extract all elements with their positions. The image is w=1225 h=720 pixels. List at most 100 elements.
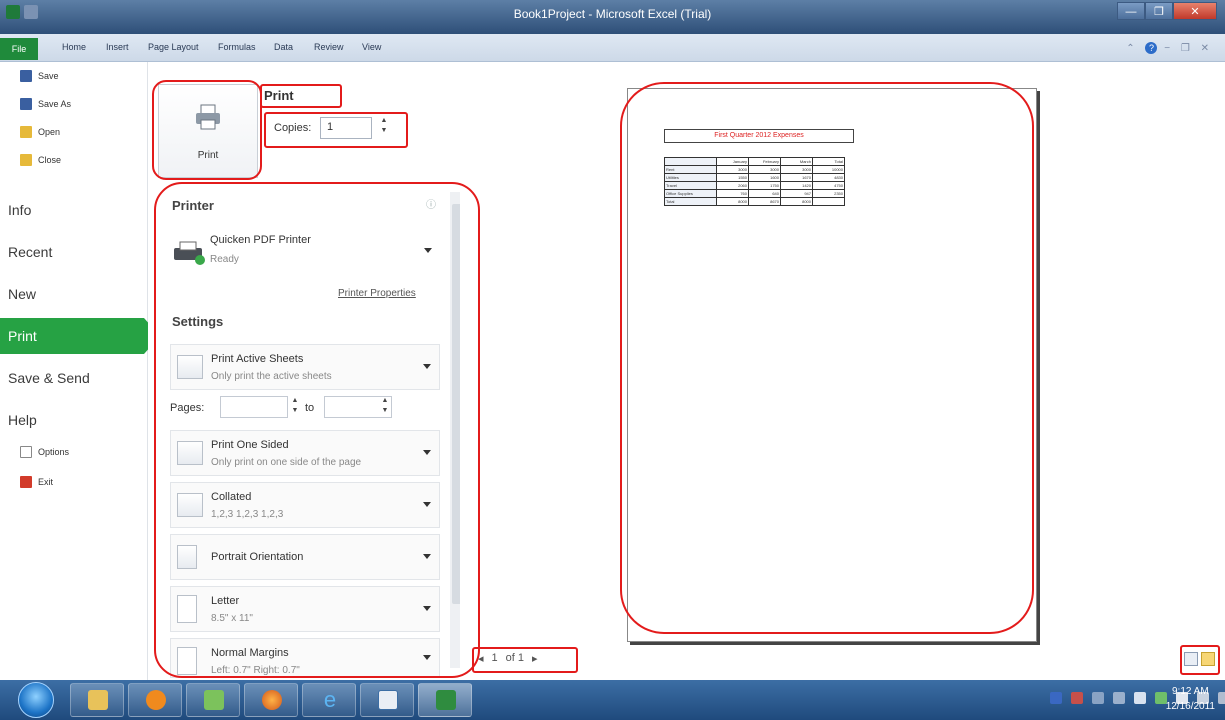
taskbar-app[interactable] bbox=[186, 683, 240, 717]
nav-info[interactable]: Info bbox=[0, 192, 148, 228]
tray-shield-icon[interactable] bbox=[1071, 692, 1083, 704]
tray-volume-icon[interactable] bbox=[1134, 692, 1146, 704]
nav-save-label: Save bbox=[38, 71, 59, 81]
nav-recent[interactable]: Recent bbox=[0, 234, 148, 270]
tray-misc-icon[interactable] bbox=[1218, 692, 1225, 704]
excel-window: Book1Project - Microsoft Excel (Trial) —… bbox=[0, 0, 1225, 720]
start-button[interactable] bbox=[18, 682, 54, 718]
orientation-dropdown[interactable]: Portrait Orientation bbox=[170, 534, 440, 580]
minimize-ribbon-icon[interactable]: ⌃ bbox=[1126, 43, 1138, 54]
nav-options-label: Options bbox=[38, 447, 70, 457]
pages-from-input[interactable] bbox=[220, 396, 288, 418]
table-cell: 8670 bbox=[748, 197, 781, 206]
table-cell: 8000 bbox=[780, 197, 813, 206]
table-cell: 1750 bbox=[748, 181, 781, 190]
nav-save[interactable]: Save bbox=[20, 70, 59, 82]
pages-from-spinner[interactable]: ▲ ▼ bbox=[290, 396, 300, 416]
print-button[interactable]: Print bbox=[158, 84, 258, 178]
preview-view-buttons bbox=[1184, 652, 1215, 666]
collation-title: Collated bbox=[211, 491, 252, 503]
page-count: of 1 bbox=[505, 652, 525, 664]
chevron-down-icon bbox=[423, 502, 431, 507]
nav-new[interactable]: New bbox=[0, 276, 148, 312]
tab-insert[interactable]: Insert bbox=[106, 42, 129, 52]
tab-formulas[interactable]: Formulas bbox=[218, 42, 256, 52]
chevron-down-icon bbox=[423, 606, 431, 611]
nav-save-as[interactable]: Save As bbox=[20, 98, 71, 110]
collation-dropdown[interactable]: Collated 1,2,3 1,2,3 1,2,3 bbox=[170, 482, 440, 528]
current-page-input[interactable]: 1 bbox=[492, 652, 498, 665]
nav-print[interactable]: Print bbox=[0, 318, 160, 354]
window-controls: — ❐ ✕ bbox=[1117, 2, 1217, 20]
one-sided-icon bbox=[177, 441, 203, 465]
copies-input[interactable]: 1 bbox=[320, 117, 372, 139]
tray-bluetooth-icon[interactable] bbox=[1050, 692, 1062, 704]
table-cell: 1600 bbox=[748, 173, 781, 182]
zoom-to-page-icon[interactable] bbox=[1201, 652, 1215, 666]
tab-view[interactable]: View bbox=[362, 42, 381, 52]
tab-file[interactable]: File bbox=[0, 38, 38, 60]
media-player-icon bbox=[146, 690, 166, 710]
table-cell: 8000 bbox=[716, 197, 749, 206]
taskbar-explorer[interactable] bbox=[70, 683, 124, 717]
nav-open[interactable]: Open bbox=[20, 126, 60, 138]
tray-search-icon[interactable] bbox=[1092, 692, 1104, 704]
print-what-dropdown[interactable]: Print Active Sheets Only print the activ… bbox=[170, 344, 440, 390]
paper-size-dropdown[interactable]: Letter 8.5" x 11" bbox=[170, 586, 440, 632]
minimize-button[interactable]: — bbox=[1117, 2, 1145, 20]
margins-subtitle: Left: 0.7" Right: 0.7" bbox=[211, 665, 300, 676]
nav-save-send[interactable]: Save & Send bbox=[0, 360, 148, 396]
exit-icon bbox=[20, 476, 32, 488]
taskbar-ie[interactable]: e bbox=[302, 683, 356, 717]
printer-dropdown[interactable]: Quicken PDF Printer Ready bbox=[170, 226, 440, 276]
system-clock[interactable]: 9:12 AM 12/16/2011 bbox=[1166, 684, 1215, 714]
taskbar-excel[interactable] bbox=[418, 683, 472, 717]
folder-open-icon bbox=[20, 126, 32, 138]
nav-help[interactable]: Help bbox=[0, 402, 148, 438]
tray-app-icon[interactable] bbox=[1113, 692, 1125, 704]
table-header-cell: February bbox=[748, 157, 781, 166]
next-page-icon[interactable]: ▸ bbox=[532, 652, 538, 665]
print-sides-title: Print One Sided bbox=[211, 439, 289, 451]
tab-data[interactable]: Data bbox=[274, 42, 293, 52]
page-navigator: ◂ 1 of 1 ▸ bbox=[478, 652, 538, 665]
print-sides-dropdown[interactable]: Print One Sided Only print on one side o… bbox=[170, 430, 440, 476]
tab-page-layout[interactable]: Page Layout bbox=[148, 42, 199, 52]
ribbon-minimize-icon[interactable]: − bbox=[1164, 43, 1174, 54]
ribbon-restore-icon[interactable]: ❐ bbox=[1181, 43, 1194, 54]
backstage-nav: Save Save As Open Close Info Recent New … bbox=[0, 62, 160, 680]
orientation-title: Portrait Orientation bbox=[211, 551, 304, 563]
margins-dropdown[interactable]: Normal Margins Left: 0.7" Right: 0.7" bbox=[170, 638, 440, 678]
taskbar-media[interactable] bbox=[128, 683, 182, 717]
nav-options[interactable]: Options bbox=[20, 446, 69, 458]
taskbar-word[interactable] bbox=[360, 683, 414, 717]
expense-table: January February March Total Rent 3000 3… bbox=[664, 157, 845, 206]
pages-to-label: to bbox=[305, 402, 315, 414]
tab-review[interactable]: Review bbox=[314, 42, 344, 52]
clock-time: 9:12 AM bbox=[1171, 686, 1209, 697]
pages-to-spinner[interactable]: ▲ ▼ bbox=[380, 396, 390, 416]
copies-spinner[interactable]: ▲ ▼ bbox=[378, 116, 390, 136]
info-icon[interactable]: ⓘ bbox=[426, 196, 436, 211]
printer-properties-link[interactable]: Printer Properties bbox=[338, 288, 416, 299]
printer-icon bbox=[196, 104, 220, 130]
taskbar: e 9:12 AM 12/16/2011 bbox=[0, 680, 1225, 720]
table-row: Travel 2060 1750 1420 4750 bbox=[664, 181, 845, 190]
chevron-down-icon bbox=[423, 655, 431, 660]
help-icon[interactable]: ? bbox=[1145, 42, 1158, 54]
ribbon-close-icon[interactable]: ✕ bbox=[1201, 43, 1213, 54]
restore-button[interactable]: ❐ bbox=[1145, 2, 1173, 20]
close-button[interactable]: ✕ bbox=[1173, 2, 1217, 20]
show-margins-icon[interactable] bbox=[1184, 652, 1198, 666]
nav-exit[interactable]: Exit bbox=[20, 476, 53, 488]
nav-close-label: Close bbox=[38, 155, 62, 165]
nav-close[interactable]: Close bbox=[20, 154, 61, 166]
taskbar-firefox[interactable] bbox=[244, 683, 298, 717]
previous-page-icon[interactable]: ◂ bbox=[478, 652, 484, 665]
nav-save-as-label: Save As bbox=[38, 99, 72, 109]
chevron-down-icon bbox=[423, 554, 431, 559]
table-cell: 3000 bbox=[780, 165, 813, 174]
title-bar: Book1Project - Microsoft Excel (Trial) —… bbox=[0, 0, 1225, 34]
table-cell: 1420 bbox=[780, 181, 813, 190]
tab-home[interactable]: Home bbox=[62, 42, 86, 52]
